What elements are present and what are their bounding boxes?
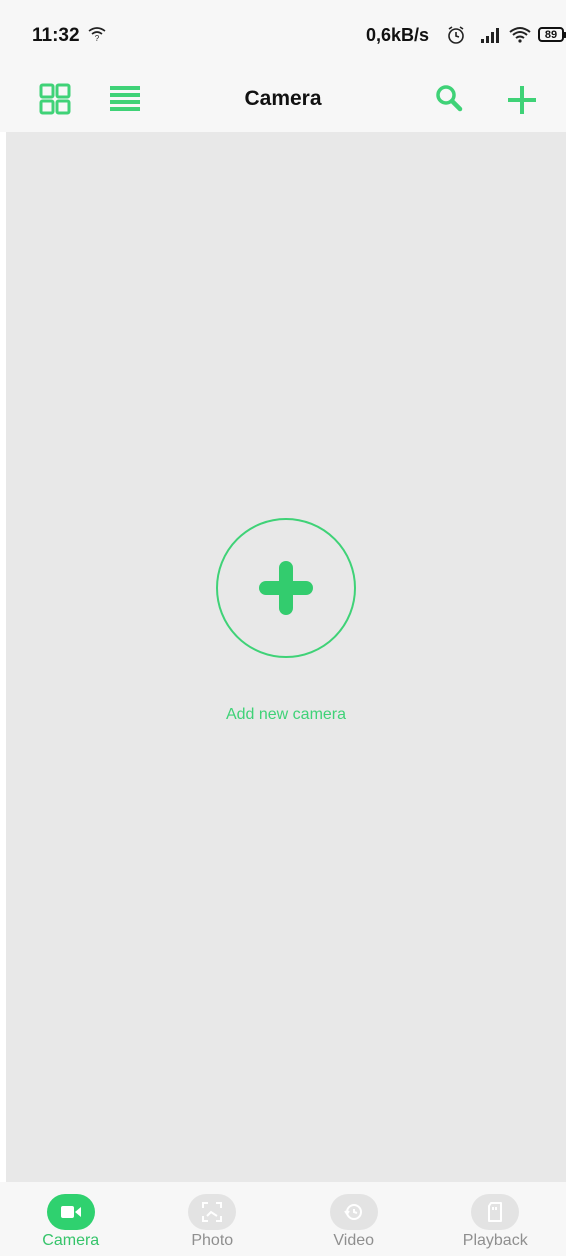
- tab-video[interactable]: Video: [283, 1182, 425, 1256]
- tab-playback[interactable]: Playback: [425, 1182, 566, 1256]
- add-camera-button[interactable]: [504, 82, 540, 118]
- video-camera-icon: [46, 1194, 95, 1230]
- svg-text:?: ?: [95, 34, 100, 42]
- tab-label: Playback: [462, 1232, 528, 1249]
- video-history-icon: [329, 1194, 378, 1230]
- sd-card-icon: [471, 1194, 520, 1230]
- page-title: Camera: [244, 87, 322, 110]
- bottom-tab-bar: Camera Photo Video Playback: [0, 1182, 566, 1256]
- tab-label: Video: [333, 1232, 375, 1249]
- search-icon: [436, 85, 463, 112]
- signal-icon: [480, 27, 502, 48]
- add-new-camera-button[interactable]: [216, 518, 356, 658]
- status-bar: 11:32 ? 0,6kB/s 89: [0, 0, 566, 70]
- search-button[interactable]: [432, 82, 468, 116]
- battery-icon: 89: [538, 27, 566, 42]
- plus-icon: [259, 561, 313, 615]
- camera-list-area: Add new camera: [6, 132, 566, 1182]
- alarm-icon: [446, 25, 466, 50]
- app-bar: Camera: [0, 70, 566, 132]
- tab-label: Photo: [191, 1232, 234, 1249]
- tab-camera[interactable]: Camera: [0, 1182, 142, 1256]
- add-new-camera-label[interactable]: Add new camera: [6, 706, 566, 724]
- network-speed: 0,6kB/s: [366, 25, 430, 45]
- tab-photo[interactable]: Photo: [142, 1182, 284, 1256]
- plus-icon: [508, 86, 536, 114]
- status-time: 11:32: [32, 25, 80, 46]
- wifi-icon: [508, 26, 532, 49]
- wifi-question-icon: ?: [88, 26, 106, 47]
- tab-label: Camera: [42, 1232, 100, 1249]
- photo-icon: [188, 1194, 237, 1230]
